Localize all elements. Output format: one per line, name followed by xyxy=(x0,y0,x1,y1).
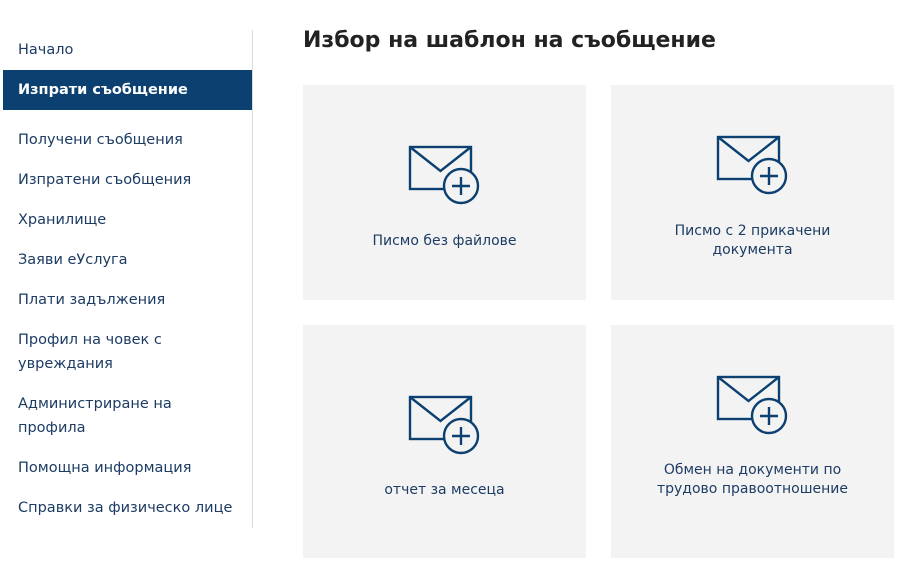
envelope-plus-icon xyxy=(716,135,788,195)
sidebar-item-disability-profile[interactable]: Профил на човек с увреждания xyxy=(3,328,252,376)
template-card-no-files[interactable]: Писмо без файлове xyxy=(303,85,586,300)
envelope-plus-icon xyxy=(716,375,788,435)
sidebar-item-profile-admin[interactable]: Администриране на профила xyxy=(3,392,252,440)
sidebar-item-storage[interactable]: Хранилище xyxy=(3,208,252,232)
sidebar-item-request-eservice[interactable]: Заяви еУслуга xyxy=(3,248,252,272)
sidebar-item-send-message[interactable]: Изпрати съобщение xyxy=(3,70,252,110)
sidebar-item-received-messages[interactable]: Получени съобщения xyxy=(3,128,252,152)
template-label: Писмо без файлове xyxy=(372,233,517,249)
envelope-plus-icon xyxy=(408,145,480,205)
sidebar-item-help[interactable]: Помощна информация xyxy=(3,456,252,480)
template-card-two-attachments[interactable]: Писмо с 2 прикачени документа xyxy=(611,85,894,300)
sidebar-item-home[interactable]: Начало xyxy=(3,38,252,62)
envelope-plus-icon xyxy=(408,395,480,455)
template-label: отчет за месеца xyxy=(384,482,505,498)
page-title: Избор на шаблон на съобщение xyxy=(303,28,716,53)
sidebar-nav: Начало Изпрати съобщение Получени съобще… xyxy=(3,30,253,528)
template-card-monthly-report[interactable]: отчет за месеца xyxy=(303,325,586,558)
sidebar-item-sent-messages[interactable]: Изпратени съобщения xyxy=(3,168,252,192)
sidebar-item-person-reports[interactable]: Справки за физическо лице xyxy=(3,496,252,520)
template-card-employment-documents[interactable]: Обмен на документи по трудово правоотнош… xyxy=(611,325,894,558)
template-label: Обмен на документи по трудово правоотнош… xyxy=(656,462,848,497)
sidebar-item-pay-obligations[interactable]: Плати задължения xyxy=(3,288,252,312)
template-label: Писмо с 2 прикачени документа xyxy=(674,223,831,258)
